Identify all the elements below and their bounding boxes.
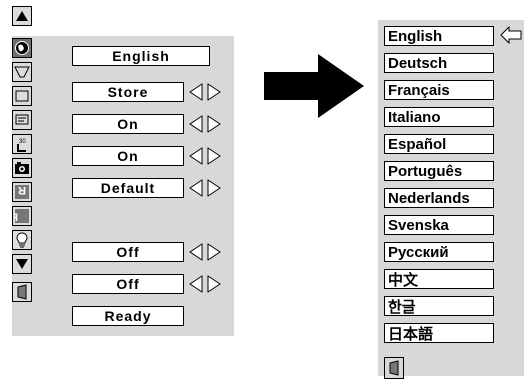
adjust-arrows-icon[interactable]	[188, 114, 222, 134]
setting-value-display[interactable]: On	[72, 146, 184, 166]
language-option[interactable]: English	[384, 26, 494, 46]
blue-background-icon	[15, 90, 29, 102]
setting-value-blue-background[interactable]: On	[72, 114, 184, 134]
adjust-arrows-icon[interactable]	[188, 146, 222, 166]
menu-icon-blue-background[interactable]	[12, 86, 32, 106]
rear-icon: R	[14, 209, 29, 224]
menu-icon-keystone[interactable]	[12, 62, 32, 82]
menu-icon-rear[interactable]: R	[12, 206, 32, 226]
language-exit-button[interactable]	[384, 357, 404, 379]
setting-value-keystone[interactable]: Store	[72, 82, 184, 102]
exit-door-icon	[17, 284, 27, 300]
language-option[interactable]: 日本語	[384, 323, 494, 343]
pointer-left-icon	[500, 26, 522, 44]
adjust-arrows-icon[interactable]	[188, 242, 222, 262]
menu-icon-language[interactable]	[12, 38, 32, 58]
language-option[interactable]: Español	[384, 134, 494, 154]
language-option[interactable]: Deutsch	[384, 53, 494, 73]
setting-value-lamp: Ready	[72, 306, 184, 326]
menu-icon-capture[interactable]	[12, 158, 32, 178]
setting-value-logo[interactable]: Default	[72, 178, 184, 198]
exit-door-icon	[389, 360, 399, 376]
language-option[interactable]: Português	[384, 161, 494, 181]
adjust-arrows-icon[interactable]	[188, 274, 222, 294]
triangle-down-icon	[16, 259, 28, 269]
language-option[interactable]: Русский	[384, 242, 494, 262]
language-option[interactable]: Français	[384, 80, 494, 100]
adjust-arrows-icon[interactable]	[188, 82, 222, 102]
lamp-icon	[16, 232, 28, 248]
scroll-up-button[interactable]	[12, 6, 32, 26]
triangle-up-icon	[16, 11, 28, 21]
svg-text:R: R	[18, 184, 26, 196]
language-globe-icon	[15, 41, 29, 55]
setting-value-ceiling[interactable]: Off	[72, 242, 184, 262]
exit-button[interactable]	[12, 282, 32, 302]
language-option[interactable]: Svenska	[384, 215, 494, 235]
ceiling-icon: R	[15, 184, 29, 199]
language-option[interactable]: Nederlands	[384, 188, 494, 208]
language-option[interactable]: 中文	[384, 269, 494, 289]
scroll-down-button[interactable]	[12, 254, 32, 274]
camera-icon	[15, 162, 29, 174]
language-option[interactable]: Italiano	[384, 107, 494, 127]
display-icon	[15, 114, 29, 125]
menu-icon-lamp[interactable]	[12, 230, 32, 250]
keystone-icon	[14, 66, 30, 78]
svg-text:30: 30	[19, 139, 26, 145]
svg-text:R: R	[14, 212, 18, 224]
menu-icon-display[interactable]	[12, 110, 32, 130]
setting-value-rear[interactable]: Off	[72, 274, 184, 294]
language-option[interactable]: 한글	[384, 296, 494, 316]
logo-icon: 30	[17, 139, 26, 152]
menu-icon-ceiling[interactable]: R	[12, 182, 32, 202]
menu-icon-logo[interactable]: 30	[12, 134, 32, 154]
adjust-arrows-icon[interactable]	[188, 178, 222, 198]
arrow-right-icon	[264, 54, 364, 118]
setting-value-language[interactable]: English	[72, 46, 210, 66]
